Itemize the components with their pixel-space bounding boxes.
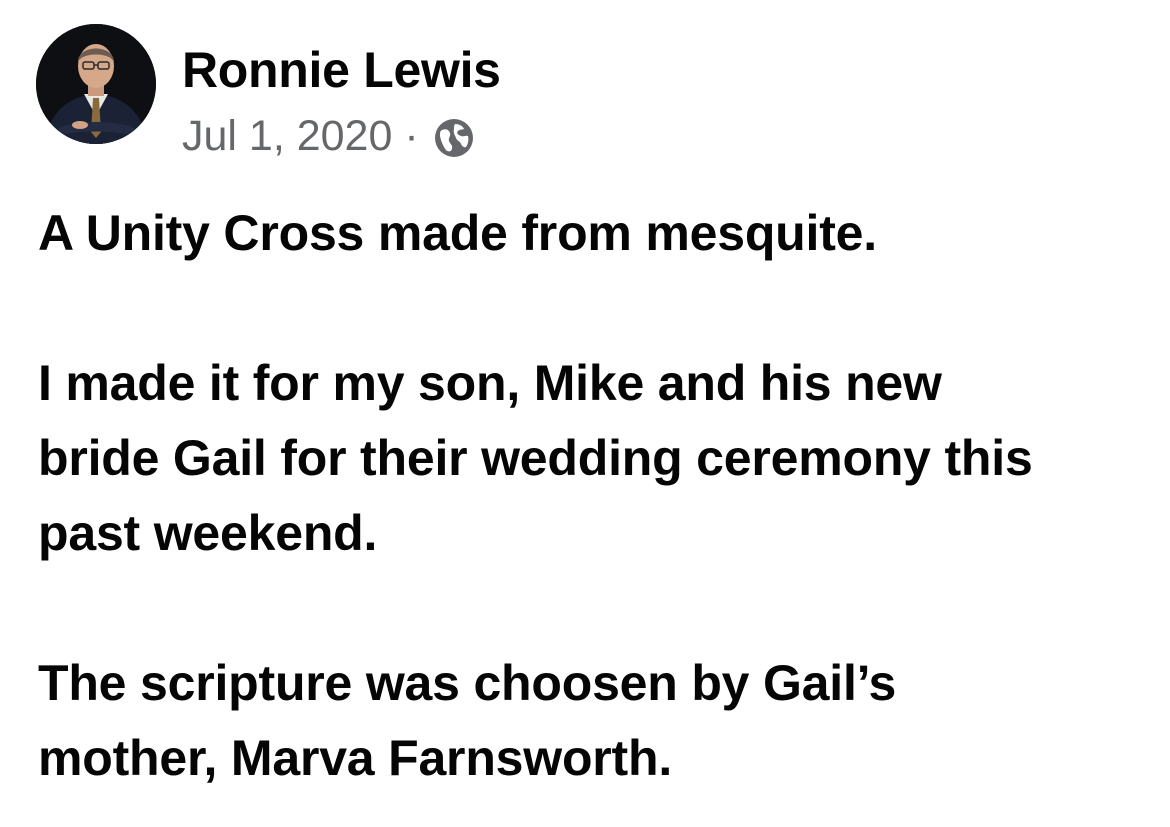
post-date[interactable]: Jul 1, 2020 (182, 112, 392, 160)
author-name[interactable]: Ronnie Lewis (182, 42, 501, 98)
post-paragraph: A Unity Cross made from mesquite. (38, 205, 877, 261)
post-paragraph: I made it for my son, Mike and his new b… (38, 355, 1033, 561)
post-header: Ronnie Lewis Jul 1, 2020 · (36, 24, 501, 160)
post-subline: Jul 1, 2020 · (182, 112, 501, 160)
facebook-post: Ronnie Lewis Jul 1, 2020 · A Unity Cross… (0, 0, 1170, 827)
post-paragraph: The scripture was choosen by Gail’s moth… (38, 655, 897, 786)
separator-dot: · (404, 112, 419, 160)
avatar-photo (36, 24, 156, 144)
post-body: A Unity Cross made from mesquite. I made… (38, 196, 1148, 796)
globe-icon[interactable] (433, 117, 475, 159)
avatar[interactable] (36, 24, 156, 144)
post-meta: Ronnie Lewis Jul 1, 2020 · (182, 24, 501, 160)
